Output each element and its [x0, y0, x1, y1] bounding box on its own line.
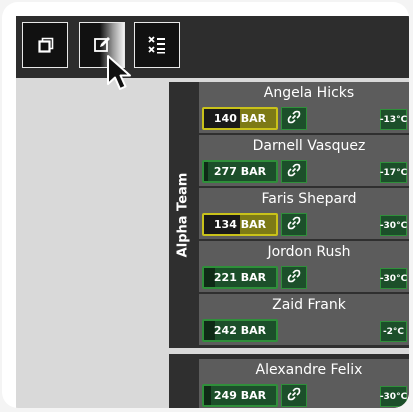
temperature-badge: -30°C — [380, 386, 407, 407]
team-label-strip: Alpha Team — [169, 82, 197, 348]
pressure-value: 277 BAR — [213, 165, 267, 178]
member-name: Angela Hicks — [263, 85, 355, 101]
link-icon — [287, 215, 301, 234]
pressure-value: 134 BAR — [213, 218, 267, 231]
team-name: Alpha Team — [175, 172, 191, 258]
pressure-badge: 242 BAR — [202, 319, 278, 342]
window-icon — [35, 35, 55, 55]
pressure-value: 249 BAR — [213, 389, 267, 402]
member-card[interactable]: Faris Shepard 134 BAR -30°C — [199, 188, 409, 241]
member-card[interactable]: Alexandre Felix 249 BAR -30°C — [199, 359, 409, 408]
link-button[interactable] — [281, 160, 307, 183]
member-card[interactable]: Zaid Frank 242 BAR -2°C — [199, 294, 409, 347]
pressure-value: 140 BAR — [213, 112, 267, 125]
team-workspace: Alpha Team Angela Hicks 140 BAR -13°C Da… — [16, 78, 409, 408]
temperature-badge: -13°C — [380, 109, 407, 130]
link-button[interactable] — [281, 213, 307, 236]
pressure-badge: 221 BAR — [202, 266, 278, 289]
temperature-badge: -2°C — [380, 321, 407, 342]
app-frame: Alpha Team Angela Hicks 140 BAR -13°C Da… — [2, 2, 409, 408]
temperature-badge: -30°C — [380, 215, 407, 236]
member-name: Alexandre Felix — [255, 362, 363, 378]
member-card[interactable]: Jordon Rush 221 BAR -30°C — [199, 241, 409, 294]
pressure-badge: 134 BAR — [202, 213, 278, 236]
pressure-value: 221 BAR — [213, 271, 267, 284]
link-icon — [287, 386, 301, 405]
pressure-badge: 140 BAR — [202, 107, 278, 130]
link-button[interactable] — [281, 107, 307, 130]
mouse-pointer-icon — [106, 54, 142, 100]
member-name: Faris Shepard — [261, 191, 357, 207]
link-icon — [287, 162, 301, 181]
clear-list-icon — [147, 35, 167, 55]
link-button[interactable] — [281, 266, 307, 289]
pressure-value: 242 BAR — [213, 324, 267, 337]
temperature-badge: -30°C — [380, 268, 407, 289]
link-icon — [287, 109, 301, 128]
window-button[interactable] — [22, 22, 68, 68]
link-button[interactable] — [281, 384, 307, 407]
member-name: Jordon Rush — [267, 244, 351, 260]
member-card[interactable]: Angela Hicks 140 BAR -13°C — [199, 82, 409, 135]
temperature-badge: -17°C — [380, 162, 407, 183]
pressure-badge: 249 BAR — [202, 384, 278, 407]
pressure-badge: 277 BAR — [202, 160, 278, 183]
team-panel-alpha: Alpha Team Angela Hicks 140 BAR -13°C Da… — [169, 82, 409, 348]
member-name: Darnell Vasquez — [252, 138, 366, 154]
team-label-strip — [169, 354, 197, 408]
link-icon — [287, 268, 301, 287]
member-card[interactable]: Darnell Vasquez 277 BAR -17°C — [199, 135, 409, 188]
toolbar — [16, 16, 409, 78]
edit-icon — [92, 35, 112, 55]
member-name: Zaid Frank — [272, 297, 346, 313]
team-panel: Alexandre Felix 249 BAR -30°C — [169, 354, 409, 408]
